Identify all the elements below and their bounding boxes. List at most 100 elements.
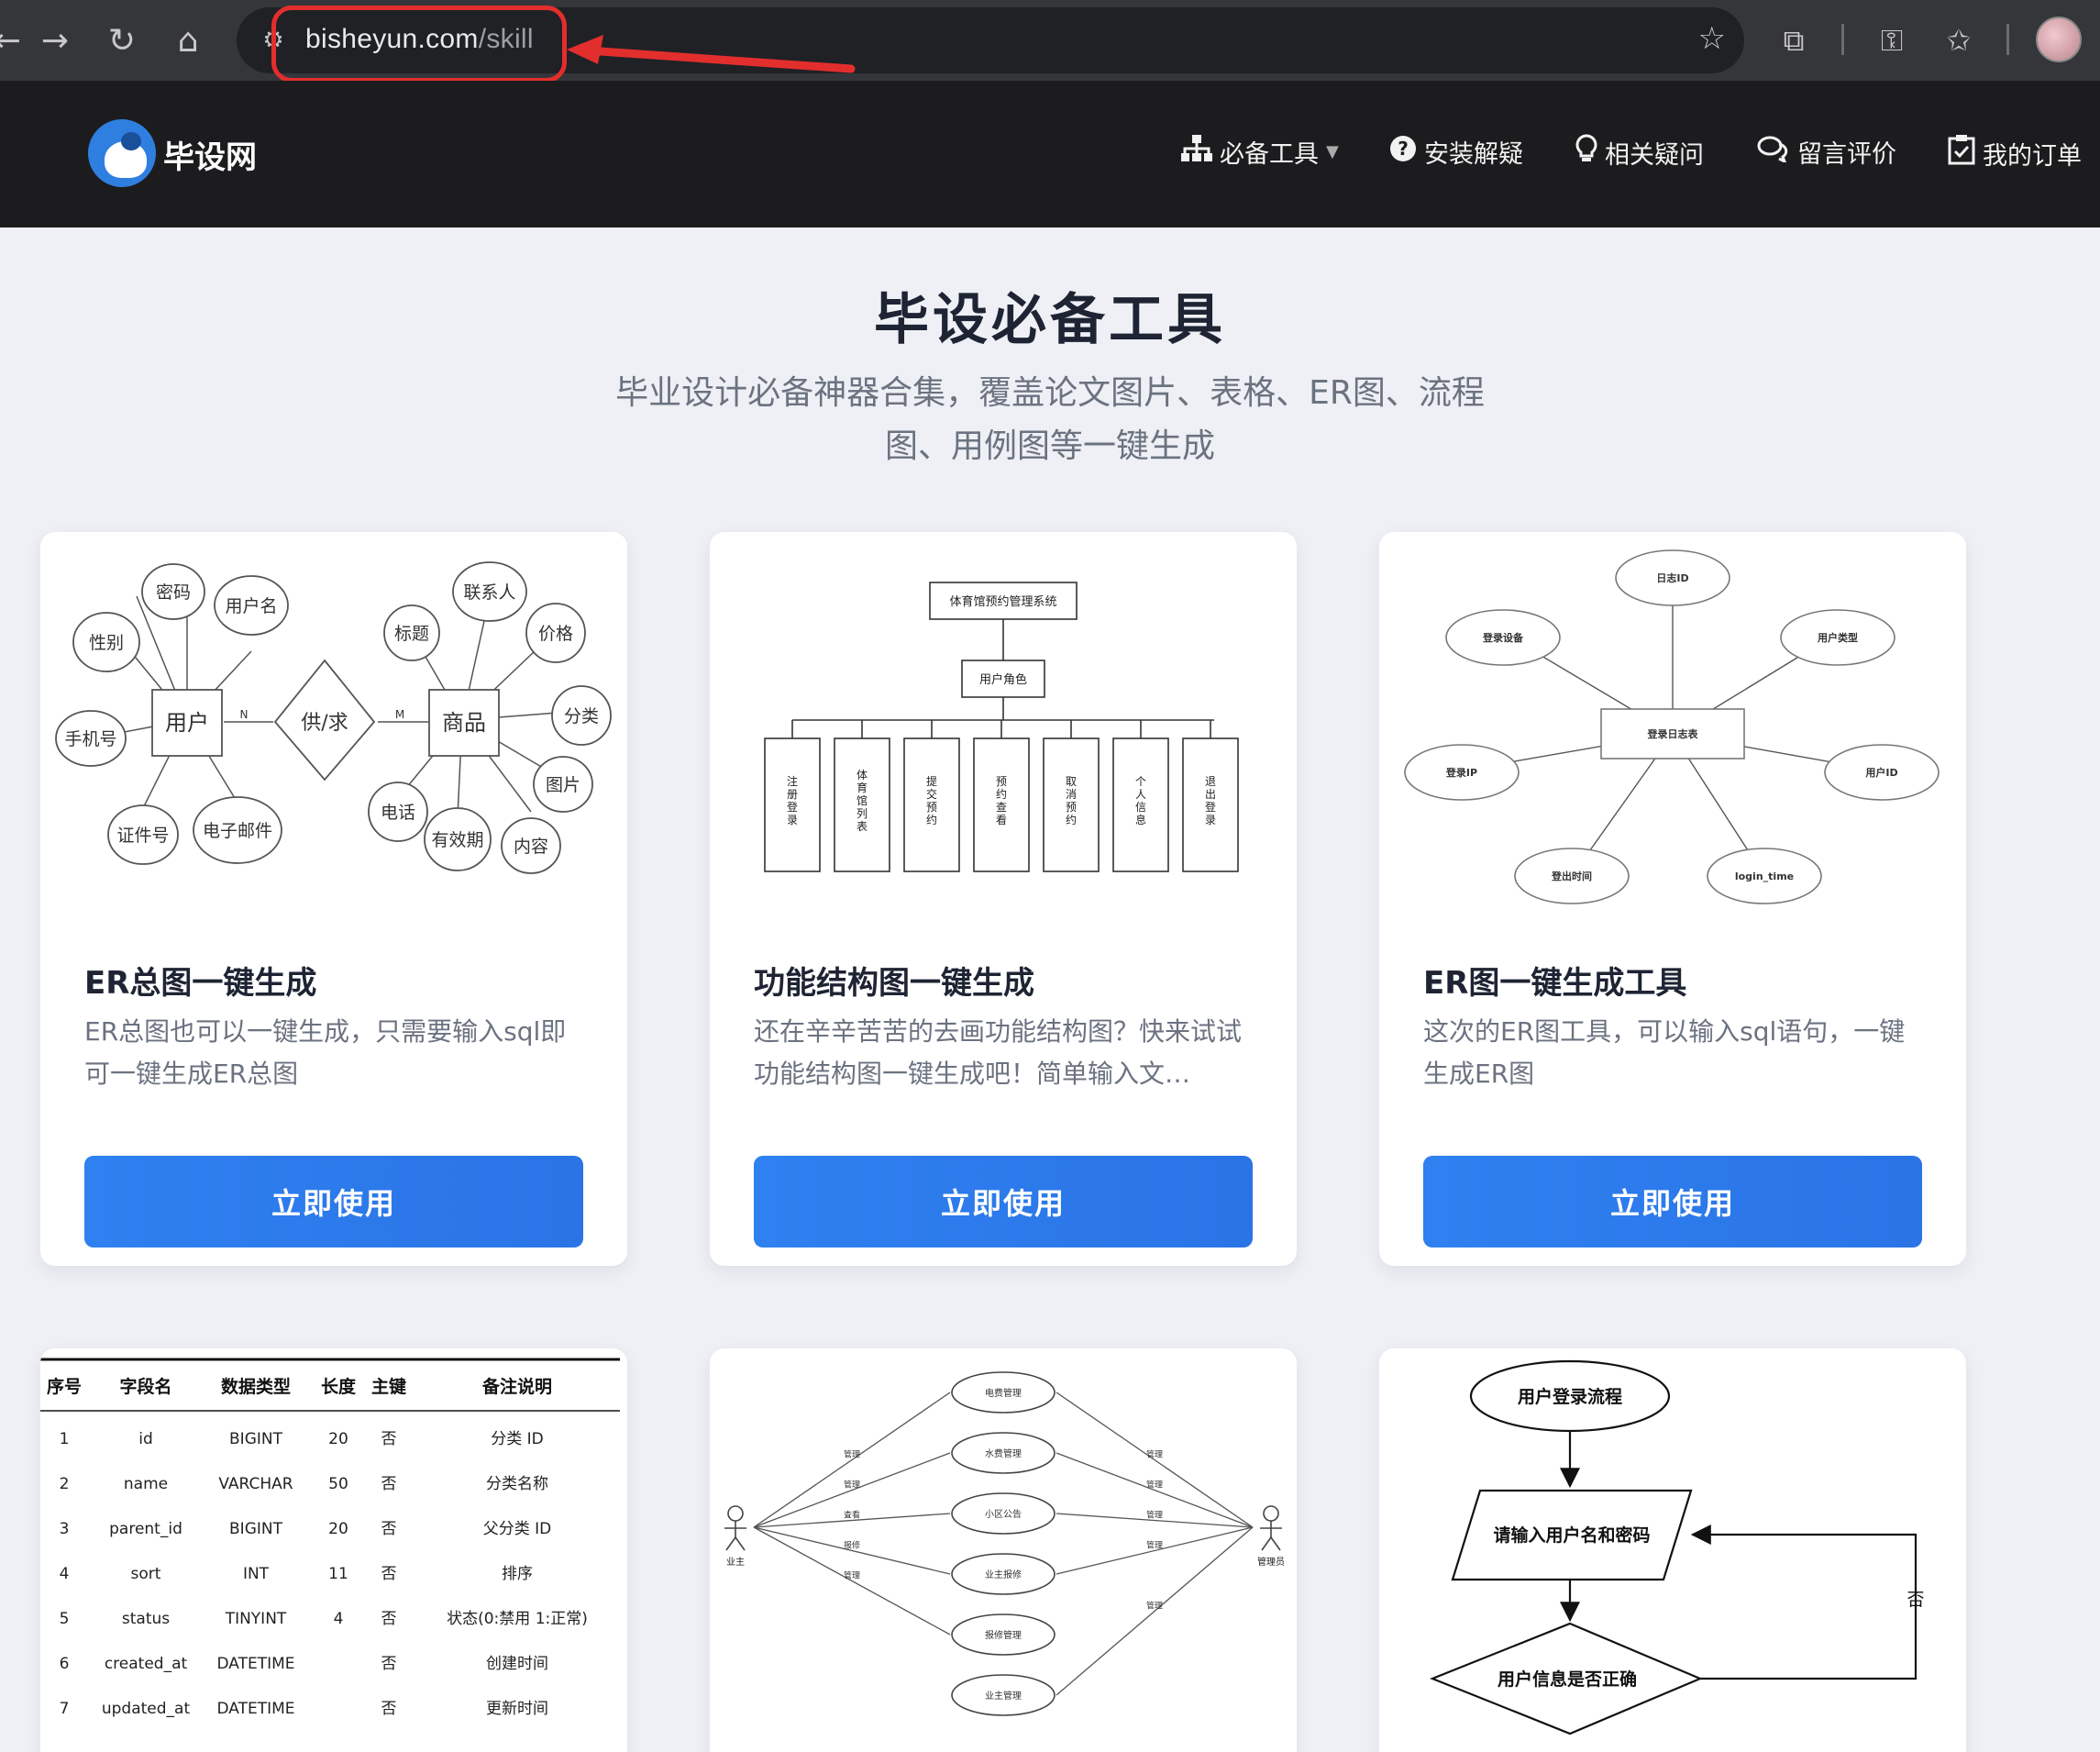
er-attr: 用户ID bbox=[1865, 766, 1897, 779]
er-entity: 商品 bbox=[442, 710, 486, 736]
table-cell: 否 bbox=[381, 1430, 397, 1448]
nav-label: 必备工具 bbox=[1220, 140, 1319, 169]
func-mid: 用户角色 bbox=[979, 672, 1027, 687]
use-now-button[interactable]: 立即使用 bbox=[84, 1156, 583, 1247]
table-cell: 3 bbox=[60, 1520, 70, 1538]
table-cell: BIGINT bbox=[229, 1520, 283, 1538]
table-cell: 20 bbox=[328, 1430, 348, 1448]
func-leaf-label: 退出登录 bbox=[1205, 775, 1216, 826]
usecase-link-label: 管理 bbox=[844, 1449, 860, 1460]
card-description: ER总图也可以一键生成，只需要输入sql即可一键生成ER总图 bbox=[84, 1016, 567, 1089]
func-leaf-label: 注册登录 bbox=[787, 774, 798, 826]
table-header-cell: 长度 bbox=[321, 1376, 357, 1397]
usecase-link-label: 管理 bbox=[1146, 1449, 1163, 1460]
toolbar-separator bbox=[2006, 24, 2009, 55]
annotation-arrow bbox=[567, 35, 856, 73]
table-cell: 更新时间 bbox=[486, 1700, 548, 1718]
site-logo-icon[interactable] bbox=[88, 119, 156, 187]
tool-card-flowchart[interactable]: 用户登录流程 请输入用户名和密码 用户信息是否正确 否 bbox=[1379, 1348, 1966, 1752]
flow-decision-label: 用户信息是否正确 bbox=[1498, 1669, 1637, 1690]
lightbulb-icon bbox=[1575, 134, 1597, 171]
func-leaf-label: 预约查看 bbox=[996, 775, 1007, 826]
table-cell: 分类 ID bbox=[491, 1430, 544, 1448]
er-attr: 电子邮件 bbox=[203, 821, 272, 841]
tool-card-func-struct[interactable]: 体育馆预约管理系统 用户角色 注册登录 体育馆列表 提交预约 预约查看 取消预约 个人信息… bbox=[710, 532, 1297, 1266]
usecase-link bbox=[753, 1526, 951, 1575]
er-attr: 内容 bbox=[514, 837, 548, 857]
usecase-label: 小区公告 bbox=[985, 1508, 1022, 1520]
usecase-link-label: 管理 bbox=[1146, 1510, 1163, 1521]
profile-avatar[interactable] bbox=[2036, 17, 2082, 62]
site-header: 毕设网 必备工具 ▼ ? 安装解疑 相关疑问 留言评价 我的订单 bbox=[0, 81, 2100, 227]
er-attr: 电话 bbox=[381, 803, 415, 823]
er-attr: 有效期 bbox=[431, 830, 483, 850]
reload-icon[interactable]: ↻ bbox=[94, 13, 149, 68]
er-cardinality: M bbox=[395, 708, 404, 721]
er-attr: login_time bbox=[1735, 870, 1794, 882]
usecase-label: 业主报修 bbox=[985, 1569, 1022, 1580]
flow-start-label: 用户登录流程 bbox=[1518, 1386, 1622, 1407]
er-attr: 登出时间 bbox=[1551, 870, 1592, 882]
tool-card-usecase[interactable]: 电费管理 水费管理 小区公告 业主报修 报修管理 业主管理 管理 管理 查看 报修 管理 管理 管理 管理… bbox=[710, 1348, 1297, 1752]
table-cell: created_at bbox=[105, 1655, 188, 1673]
er-attr: 联系人 bbox=[463, 582, 515, 603]
table-cell: 否 bbox=[381, 1610, 397, 1628]
func-root: 体育馆预约管理系统 bbox=[949, 594, 1056, 609]
table-cell: DATETIME bbox=[216, 1655, 294, 1673]
func-leaf-label: 体育馆列表 bbox=[857, 769, 868, 833]
flow-no-label: 否 bbox=[1907, 1590, 1924, 1610]
site-logo-text[interactable]: 毕设网 bbox=[163, 132, 257, 177]
table-cell: 1 bbox=[60, 1430, 70, 1448]
card-title: 功能结构图一键生成 bbox=[754, 965, 1034, 1002]
url-highlight-annotation bbox=[271, 6, 567, 83]
home-icon[interactable]: ⌂ bbox=[160, 13, 216, 68]
usecase-link bbox=[753, 1392, 951, 1528]
er-attr: 用户名 bbox=[225, 596, 277, 616]
forward-icon[interactable]: → bbox=[28, 13, 83, 68]
page-subtitle: 毕业设计必备神器合集，覆盖论文图片、表格、ER图、流程图、用例图等一键生成 bbox=[615, 374, 1485, 465]
password-key-icon[interactable]: ⚿ bbox=[1864, 13, 1919, 68]
use-now-button[interactable]: 立即使用 bbox=[754, 1156, 1253, 1247]
bookmarks-star-icon[interactable]: ✩ bbox=[1931, 13, 1986, 68]
table-header-cell: 备注说明 bbox=[481, 1376, 552, 1397]
table-cell: 50 bbox=[328, 1475, 348, 1493]
bookmark-star-icon[interactable]: ☆ bbox=[1698, 20, 1726, 57]
table-cell: name bbox=[124, 1475, 168, 1493]
table-cell: parent_id bbox=[109, 1520, 182, 1538]
nav-item-faq[interactable]: 相关疑问 bbox=[1575, 134, 1704, 171]
tool-card-table[interactable]: 序号 字段名 数据类型 长度 主键 备注说明 1 id BIGINT 20 否 分类 ID 2 name V… bbox=[40, 1348, 627, 1752]
usecase-label: 电费管理 bbox=[985, 1387, 1022, 1399]
usecase-link-label: 管理 bbox=[844, 1570, 860, 1581]
caret-down-icon: ▼ bbox=[1326, 142, 1339, 161]
table-header-cell: 序号 bbox=[47, 1376, 82, 1397]
actor-label: 业主 bbox=[726, 1557, 745, 1568]
table-cell: 父分类 ID bbox=[483, 1520, 552, 1538]
usecase-preview: 电费管理水费管理小区公告业主报修报修管理业主管理管理管理查看报修管理管理管理管理… bbox=[724, 1371, 1285, 1716]
nav-item-orders[interactable]: 我的订单 bbox=[1948, 134, 2082, 172]
use-now-button[interactable]: 立即使用 bbox=[1423, 1156, 1922, 1247]
table-cell: 2 bbox=[60, 1475, 70, 1493]
nav-item-install[interactable]: ? 安装解疑 bbox=[1389, 134, 1523, 170]
er-attr: 手机号 bbox=[64, 729, 116, 749]
tool-card-er-single[interactable]: 日志ID 登录设备 用户类型 登录IP 用户ID 登出时间 login_time… bbox=[1379, 532, 1966, 1266]
table-cell: VARCHAR bbox=[218, 1475, 293, 1493]
tool-card-er-total[interactable]: 密码 用户名 性别 手机号 证件号 电子邮件 联系人 标题 价格 分类 图片 电… bbox=[40, 532, 627, 1266]
table-cell: 11 bbox=[328, 1565, 348, 1583]
page-title: 毕设必备工具 bbox=[874, 288, 1226, 352]
table-cell: 状态(0:禁用 1:正常) bbox=[447, 1610, 588, 1628]
table-cell: 否 bbox=[381, 1475, 397, 1493]
flowchart-preview: 用户登录流程 请输入用户名和密码 用户信息是否正确 否 bbox=[1430, 1359, 1925, 1735]
nav-item-feedback[interactable]: 留言评价 bbox=[1757, 134, 1896, 170]
usecase-label: 业主管理 bbox=[985, 1690, 1022, 1702]
extensions-icon[interactable]: ⧉ bbox=[1766, 13, 1821, 68]
func-leaf-label: 提交预约 bbox=[926, 774, 937, 826]
usecase-link-label: 管理 bbox=[1146, 1540, 1163, 1551]
nav-item-tools[interactable]: 必备工具 ▼ bbox=[1181, 134, 1339, 170]
er-entity: 用户 bbox=[165, 710, 209, 736]
er-attr: 价格 bbox=[538, 624, 573, 644]
table-cell: 4 bbox=[60, 1565, 70, 1583]
er-attr: 分类 bbox=[564, 706, 599, 726]
toolbar-separator bbox=[1841, 24, 1844, 55]
table-cell: 否 bbox=[381, 1655, 397, 1673]
table-cell: TINYINT bbox=[225, 1610, 287, 1628]
